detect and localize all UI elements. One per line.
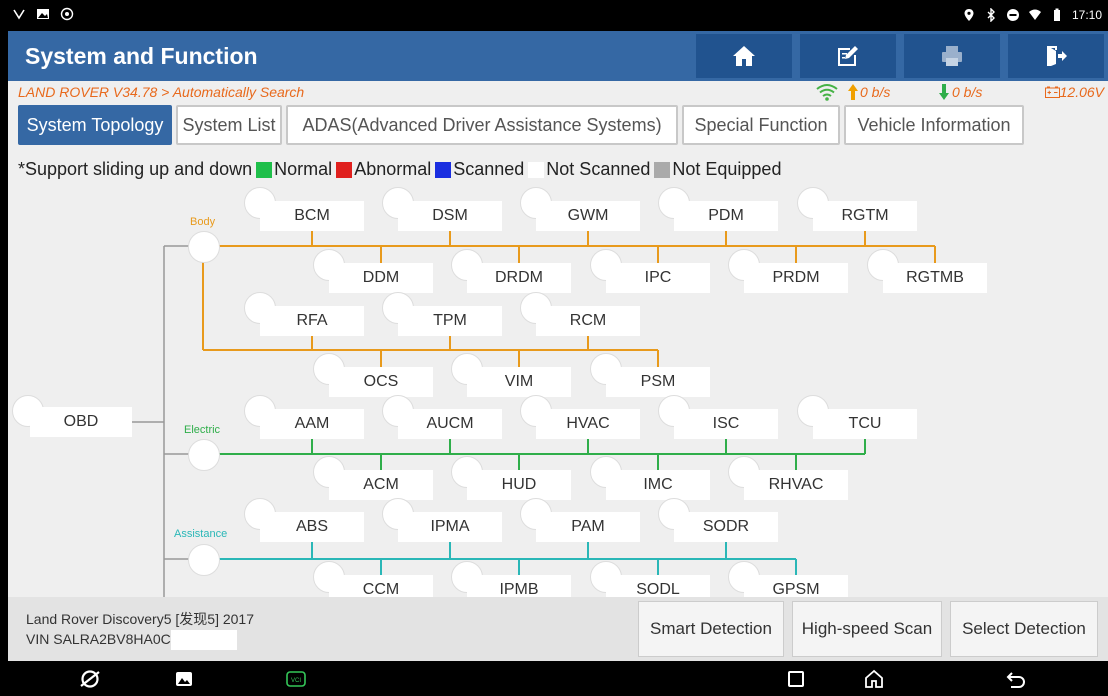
tab-bar: System Topology System List ADAS(Advance… [8,103,1108,151]
high-speed-scan-button[interactable]: High-speed Scan [792,601,942,657]
upload-arrow-icon [848,84,858,100]
module-psm[interactable]: PSM [606,367,710,397]
module-gpsm[interactable]: GPSM [744,575,848,597]
module-gwm[interactable]: GWM [536,201,640,231]
module-prdm[interactable]: PRDM [744,263,848,293]
info-strip: LAND ROVER V34.78 > Automatically Search… [8,81,1108,103]
vehicle-model: Land Rover Discovery5 [发现5] 2017 [26,611,254,627]
module-rhvac[interactable]: RHVAC [744,470,848,500]
module-tpm[interactable]: TPM [398,306,502,336]
back-icon[interactable] [1004,667,1028,691]
module-imc[interactable]: IMC [606,470,710,500]
group-label-body: Body [190,216,216,228]
edit-icon [838,46,858,66]
module-tcu[interactable]: TCU [813,409,917,439]
group-label-electric: Electric [184,424,221,436]
module-ipma[interactable]: IPMA [398,512,502,542]
clock: 17:10 [1071,8,1102,22]
home-icon [733,46,755,66]
module-sodr[interactable]: SODR [674,512,778,542]
status-bar: 17:10 [0,0,1108,31]
bluetooth-icon [984,7,998,23]
print-button[interactable] [904,34,1000,78]
module-sodl[interactable]: SODL [606,575,710,597]
electric-hub[interactable] [188,439,220,471]
vehicle-info: Land Rover Discovery5 [发现5] 2017 VIN SAL… [26,609,254,651]
page-title: System and Function [25,43,258,69]
tab-system-list[interactable]: System List [176,105,282,145]
module-vim[interactable]: VIM [467,367,571,397]
module-hud[interactable]: HUD [467,470,571,500]
vci-icon[interactable]: VCI [284,667,308,691]
signal-icon [12,7,26,21]
location-icon [962,8,976,22]
browser-icon[interactable] [78,667,102,691]
battery-icon [1050,8,1064,22]
tab-system-topology[interactable]: System Topology [18,105,172,145]
upload-rate: 0 b/s [860,84,891,100]
module-rcm[interactable]: RCM [536,306,640,336]
module-abs[interactable]: ABS [260,512,364,542]
breadcrumb: LAND ROVER V34.78 > Automatically Search [18,84,305,100]
group-label-assistance: Assistance [174,528,228,540]
gallery-icon[interactable] [172,667,196,691]
car-battery-icon [1044,86,1060,98]
module-isc[interactable]: ISC [674,409,778,439]
module-pam[interactable]: PAM [536,512,640,542]
tab-vehicle-information[interactable]: Vehicle Information [844,105,1024,145]
module-dsm[interactable]: DSM [398,201,502,231]
app-header: System and Function [8,31,1108,81]
svg-text:VCI: VCI [291,678,301,684]
wifi-icon [1028,8,1042,22]
topology-canvas[interactable]: *Support sliding up and down Normal Abno… [8,151,1108,597]
body-hub[interactable] [188,231,220,263]
footer: Land Rover Discovery5 [发现5] 2017 VIN SAL… [8,597,1108,661]
wifi-signal-icon [816,84,838,101]
smart-detection-button[interactable]: Smart Detection [638,601,784,657]
module-rfa[interactable]: RFA [260,306,364,336]
android-nav-bar: VCI [0,661,1108,696]
voltage-readout: 12.06V [1044,84,1104,100]
download-rate: 0 b/s [952,84,983,100]
module-aucm[interactable]: AUCM [398,409,502,439]
select-detection-button[interactable]: Select Detection [950,601,1098,657]
vin-redaction [170,630,237,651]
module-ipc[interactable]: IPC [606,263,710,293]
module-acm[interactable]: ACM [329,470,433,500]
download-arrow-icon [939,84,949,100]
assistance-hub[interactable] [188,544,220,576]
home-nav-icon[interactable] [862,667,886,691]
module-rgtm[interactable]: RGTM [813,201,917,231]
print-icon [942,46,962,66]
module-rgtmb[interactable]: RGTMB [883,263,987,293]
settings-icon [60,7,74,21]
module-ddm[interactable]: DDM [329,263,433,293]
module-ccm[interactable]: CCM [329,575,433,597]
edit-button[interactable] [800,34,896,78]
tab-special-function[interactable]: Special Function [682,105,840,145]
recent-apps-icon[interactable] [784,667,808,691]
module-ipmb[interactable]: IPMB [467,575,571,597]
module-bcm[interactable]: BCM [260,201,364,231]
vin-text: VIN SALRA2BV8HA0C [26,631,171,647]
module-hvac[interactable]: HVAC [536,409,640,439]
tab-adas[interactable]: ADAS(Advanced Driver Assistance Systems) [286,105,678,145]
obd-node[interactable]: OBD [30,407,132,437]
module-drdm[interactable]: DRDM [467,263,571,293]
exit-button[interactable] [1008,34,1104,78]
module-pdm[interactable]: PDM [674,201,778,231]
module-ocs[interactable]: OCS [329,367,433,397]
voltage-value: 12.06V [1059,84,1104,100]
image-icon [36,7,50,21]
home-button[interactable] [696,34,792,78]
module-aam[interactable]: AAM [260,409,364,439]
dnd-icon [1006,8,1020,22]
exit-icon [1047,46,1067,66]
